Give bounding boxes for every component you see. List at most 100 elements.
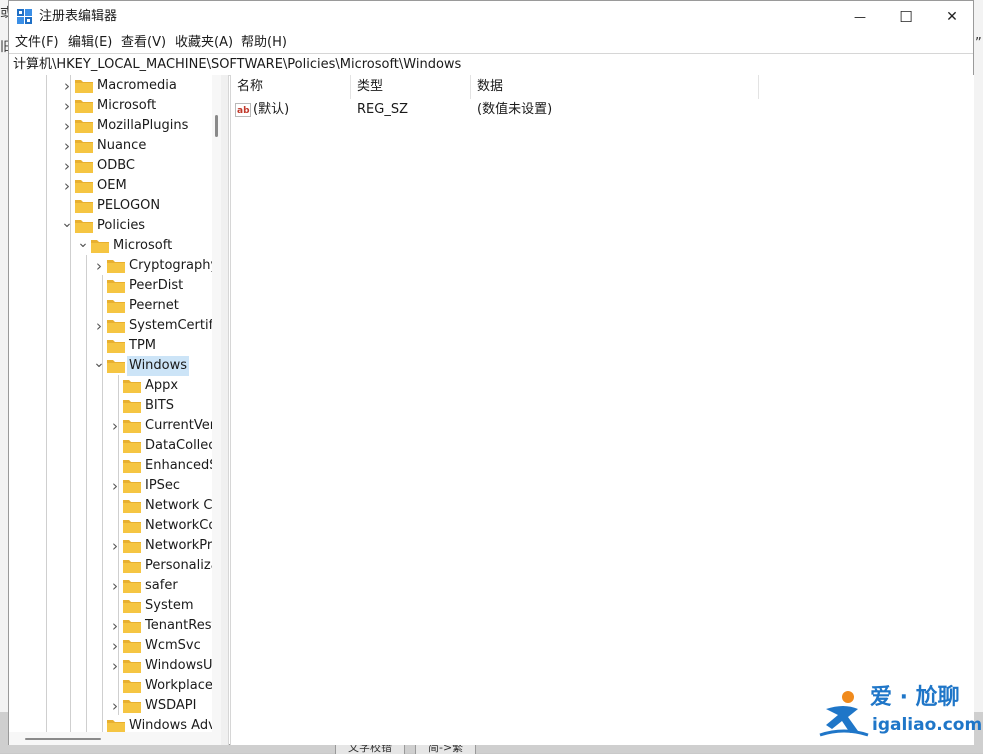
chevron-right-icon[interactable]: › xyxy=(109,636,121,656)
maximize-icon: ☐ xyxy=(899,8,913,26)
tree-node-label: Policies xyxy=(97,218,146,233)
chevron-right-icon[interactable]: › xyxy=(61,156,73,176)
chevron-right-icon[interactable]: › xyxy=(109,416,121,436)
tree-node[interactable]: EnhancedStorageDevices xyxy=(9,456,221,476)
tree-node[interactable]: PELOGON xyxy=(9,196,212,216)
tree-hscroll-thumb[interactable] xyxy=(25,738,101,740)
value-name-cell[interactable]: (默认) xyxy=(253,100,289,120)
key-tree-pane[interactable]: › Macromedia › Microsoft › MozillaPlugins › Nua… xyxy=(9,75,222,745)
tree-node[interactable]: › Macromedia xyxy=(9,76,212,96)
chevron-right-icon[interactable]: › xyxy=(109,616,121,636)
chevron-right-icon[interactable]: › xyxy=(109,476,121,496)
address-bar[interactable]: 计算机\HKEY_LOCAL_MACHINE\SOFTWARE\Policies… xyxy=(9,53,973,76)
tree-node[interactable]: Peernet xyxy=(9,296,212,316)
tree-node[interactable]: › Nuance xyxy=(9,136,212,156)
tree-node-label: Personalization xyxy=(145,558,221,573)
tree-node[interactable]: › Cryptography xyxy=(9,256,218,276)
folder-icon xyxy=(123,520,141,533)
maximize-button[interactable]: ☐ xyxy=(883,1,929,33)
tree-node[interactable]: › WSDAPI xyxy=(9,696,212,716)
chevron-down-icon[interactable]: ⌄ xyxy=(93,356,105,376)
tree-node[interactable]: PeerDist xyxy=(9,276,212,296)
tree-node[interactable]: › ODBC xyxy=(9,156,212,176)
column-header-name[interactable]: 名称 xyxy=(231,75,351,99)
chevron-right-icon[interactable]: › xyxy=(61,176,73,196)
tree-node[interactable]: › WcmSvc xyxy=(9,636,212,656)
tree-scroll-thumb[interactable] xyxy=(215,115,218,137)
tree-node-label: Nuance xyxy=(97,138,147,153)
tree-node-label: Microsoft xyxy=(113,238,173,253)
tree-node[interactable]: › safer xyxy=(9,576,212,596)
column-header-data[interactable]: 数据 xyxy=(471,75,759,99)
folder-icon xyxy=(107,260,125,273)
tree-vertical-scrollbar[interactable] xyxy=(212,75,221,745)
tree-node[interactable]: › CurrentVersion xyxy=(9,416,221,436)
menu-file[interactable]: 文件(F) xyxy=(13,33,61,53)
tree-node[interactable]: › IPSec xyxy=(9,476,212,496)
address-path[interactable]: 计算机\HKEY_LOCAL_MACHINE\SOFTWARE\Policies… xyxy=(13,55,461,74)
menu-favorites[interactable]: 收藏夹(A) xyxy=(173,33,235,53)
tree-node-label: Peernet xyxy=(129,298,179,313)
tree-node[interactable]: Personalization xyxy=(9,556,221,576)
chevron-down-icon[interactable]: ⌄ xyxy=(77,236,89,256)
minimize-button[interactable]: — xyxy=(837,1,883,33)
values-pane[interactable]: 名称 类型 数据 ab (默认) REG_SZ (数值未设置) xyxy=(230,75,974,745)
chevron-right-icon[interactable]: › xyxy=(109,576,121,596)
chevron-down-icon[interactable]: ⌄ xyxy=(61,216,73,236)
value-type-cell[interactable]: REG_SZ xyxy=(357,100,408,120)
tree-node[interactable]: BITS xyxy=(9,396,212,416)
chevron-right-icon[interactable]: › xyxy=(61,136,73,156)
tree-node[interactable]: › SystemCertificates xyxy=(9,316,221,336)
title-bar[interactable]: 注册表编辑器 — ☐ ✕ xyxy=(9,1,973,33)
tree-node[interactable]: › MozillaPlugins xyxy=(9,116,212,136)
tree-node-label: NetworkProvider xyxy=(145,538,221,553)
folder-icon xyxy=(123,620,141,633)
tree-node[interactable]: NetworkConnectivityStatusIndicator xyxy=(9,516,221,536)
tree-node[interactable]: System xyxy=(9,596,212,616)
tree-node[interactable]: › TenantRestrictions xyxy=(9,616,221,636)
folder-icon xyxy=(123,440,141,453)
tree-node[interactable]: Network Connections xyxy=(9,496,221,516)
column-header-type[interactable]: 类型 xyxy=(351,75,471,99)
tree-node[interactable]: › WindowsUpdate xyxy=(9,656,221,676)
tree-node[interactable]: › NetworkProvider xyxy=(9,536,221,556)
tree-node[interactable]: Workplace Join xyxy=(9,676,221,696)
tree-node[interactable]: ⌄ Microsoft xyxy=(9,236,212,256)
tree-node[interactable]: TPM xyxy=(9,336,212,356)
chevron-right-icon[interactable]: › xyxy=(61,96,73,116)
chevron-right-icon[interactable]: › xyxy=(109,536,121,556)
tree-node-label: BITS xyxy=(145,398,174,413)
tree-node-label: Macromedia xyxy=(97,78,177,93)
chevron-right-icon[interactable]: › xyxy=(93,256,105,276)
tree-node[interactable]: DataCollection xyxy=(9,436,221,456)
menu-view[interactable]: 查看(V) xyxy=(119,33,168,53)
tree-node[interactable]: ⌄ Windows xyxy=(9,356,212,376)
chevron-right-icon[interactable]: › xyxy=(93,316,105,336)
tree-node[interactable]: ⌄ Policies xyxy=(9,216,212,236)
chevron-right-icon[interactable]: › xyxy=(61,76,73,96)
svg-text:ab: ab xyxy=(237,106,250,116)
tree-node-label: DataCollection xyxy=(145,438,221,453)
folder-icon xyxy=(123,700,141,713)
pane-splitter[interactable] xyxy=(221,75,229,745)
folder-icon xyxy=(107,280,125,293)
tree-horizontal-scrollbar[interactable] xyxy=(9,732,212,745)
folder-icon xyxy=(107,320,125,333)
menu-edit[interactable]: 编辑(E) xyxy=(66,33,114,53)
menu-help[interactable]: 帮助(H) xyxy=(239,33,289,53)
chevron-right-icon[interactable]: › xyxy=(61,116,73,136)
registry-editor-app-icon xyxy=(17,9,32,24)
tree-node-label: Microsoft xyxy=(97,98,157,113)
tree-node[interactable]: Appx xyxy=(9,376,212,396)
tree-node[interactable]: › Microsoft xyxy=(9,96,212,116)
tree-node[interactable]: › OEM xyxy=(9,176,212,196)
tree-node-label: WindowsUpdate xyxy=(145,658,221,673)
chevron-right-icon[interactable]: › xyxy=(109,656,121,676)
tree-node-label: Appx xyxy=(145,378,179,393)
tree-node-label: Network Connections xyxy=(145,498,221,513)
window-title: 注册表编辑器 xyxy=(39,9,118,24)
chevron-right-icon[interactable]: › xyxy=(109,696,121,716)
close-button[interactable]: ✕ xyxy=(929,1,975,33)
value-data-cell[interactable]: (数值未设置) xyxy=(477,100,552,120)
folder-icon xyxy=(123,540,141,553)
